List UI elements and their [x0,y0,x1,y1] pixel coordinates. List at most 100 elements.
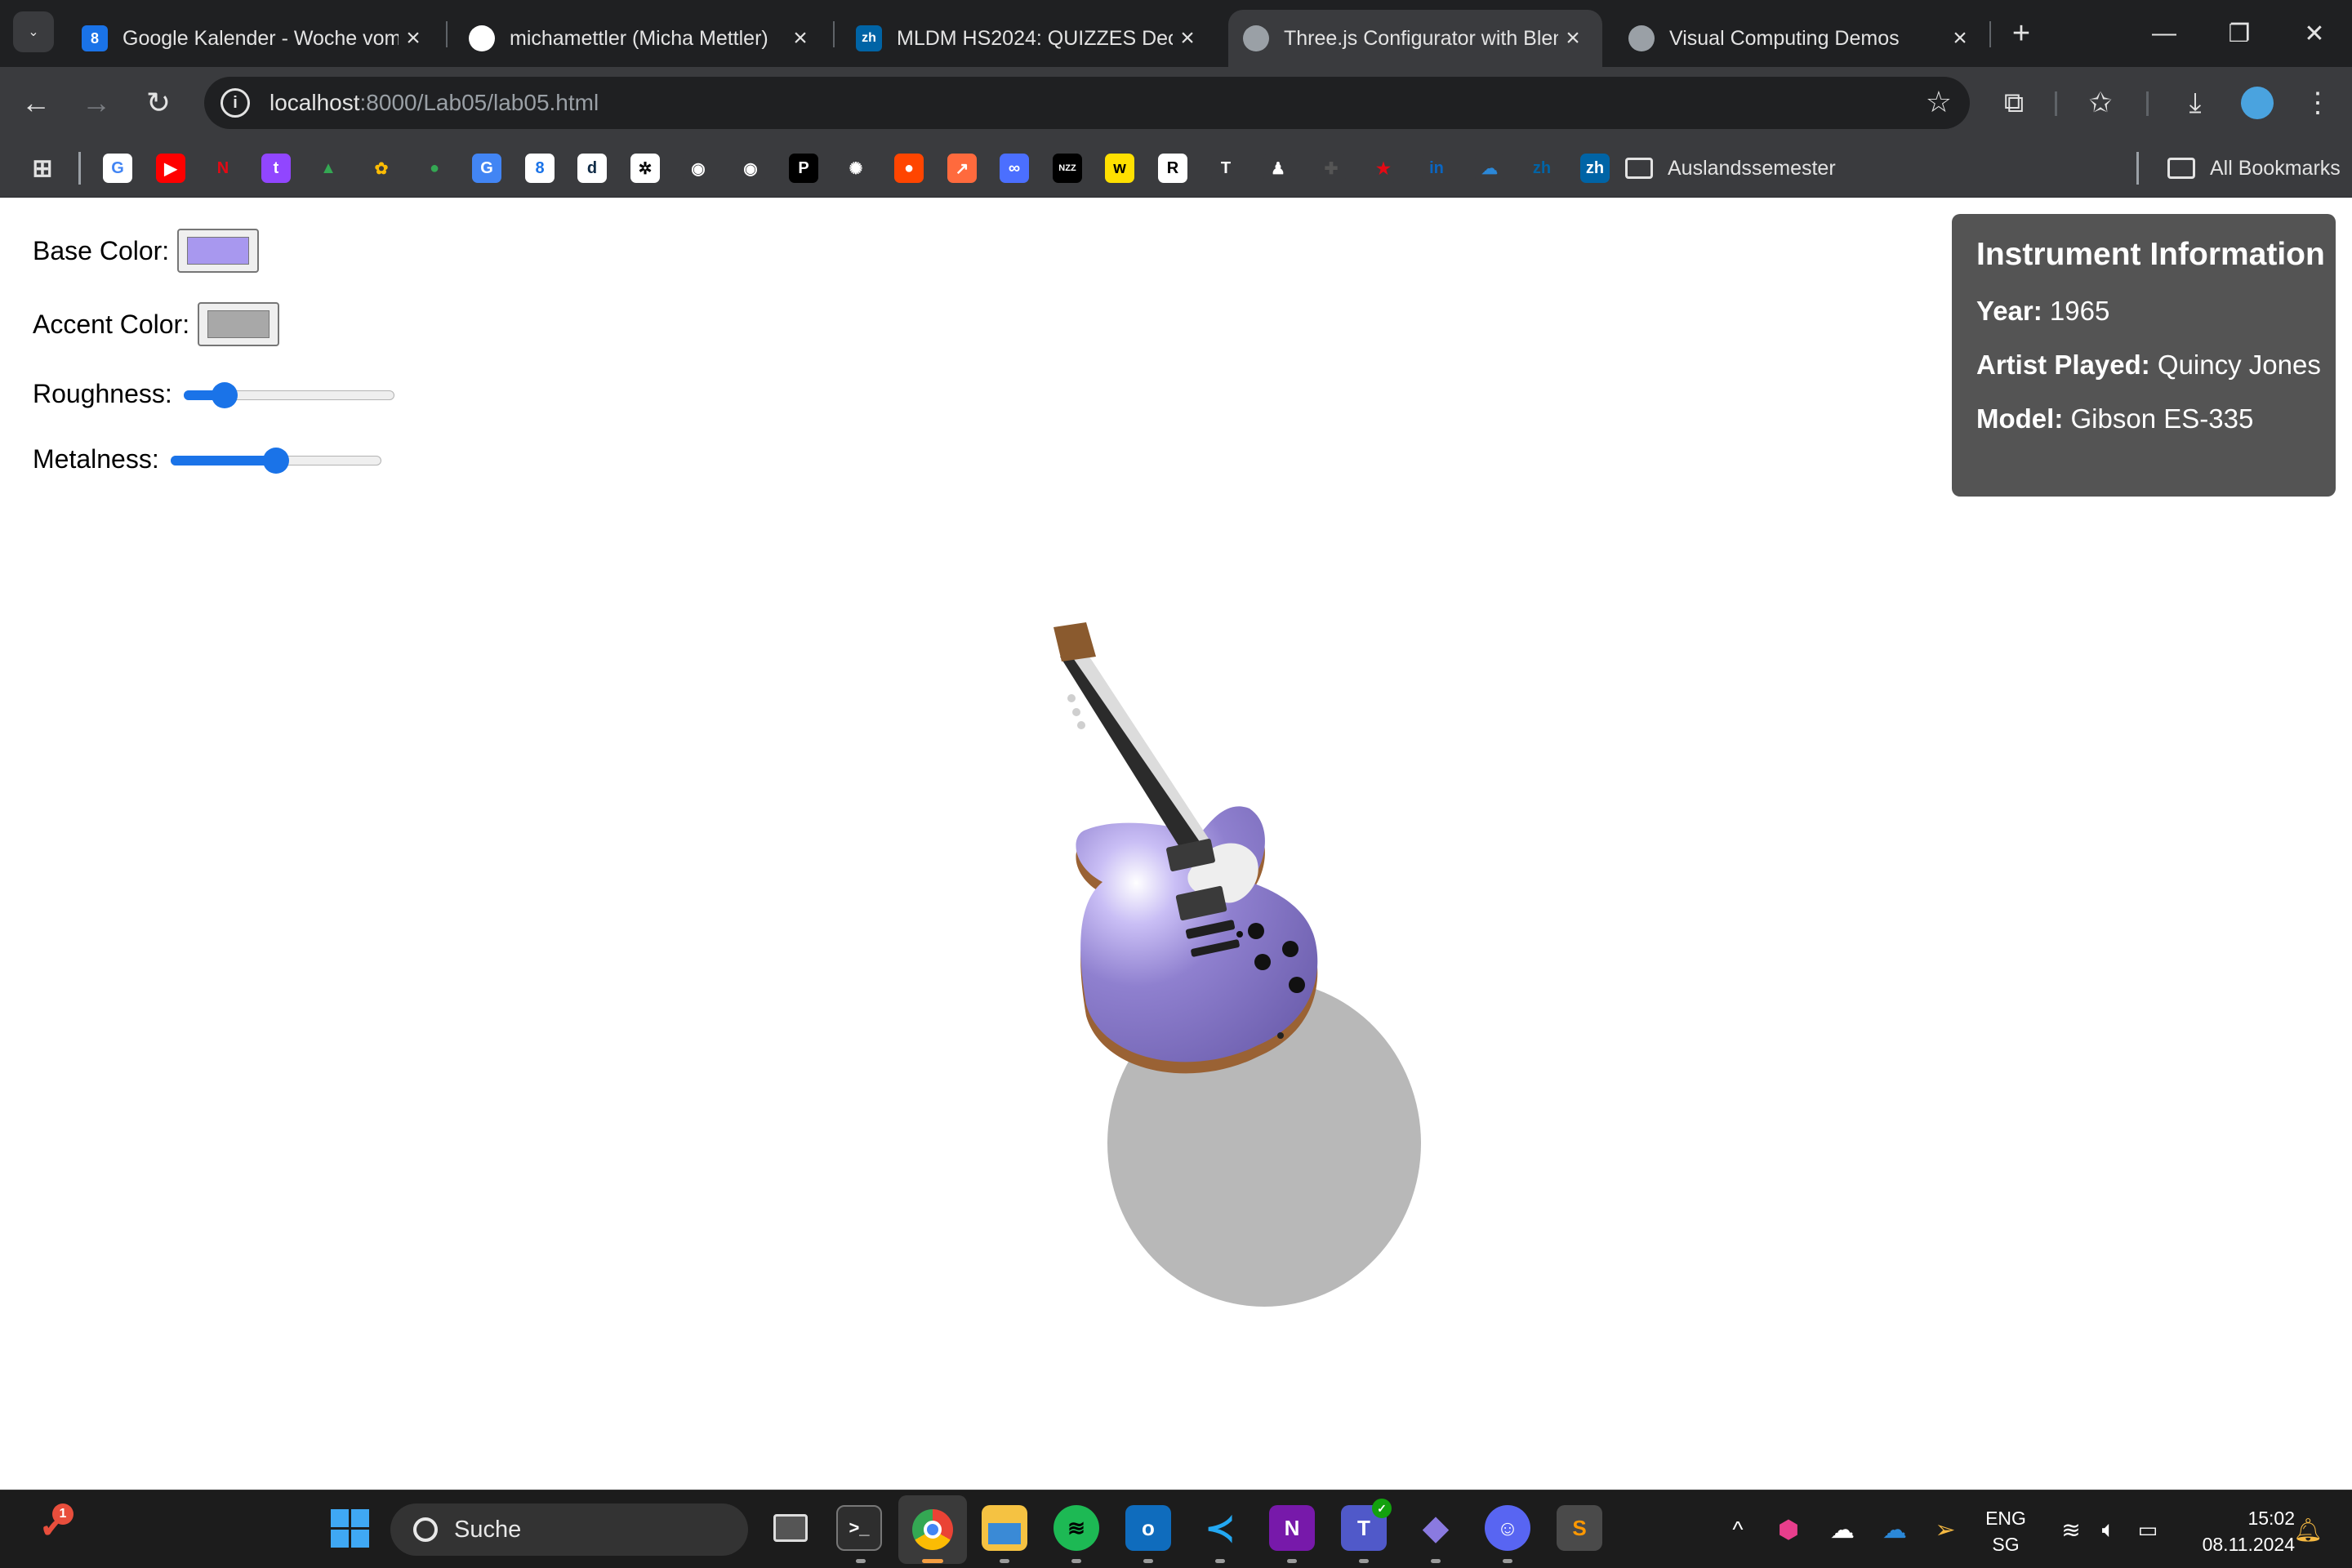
start-button[interactable] [327,1505,372,1551]
bookmark-app-blue-icon[interactable]: ∞ [1000,154,1029,183]
bookmark-netflix-icon[interactable]: N [208,154,238,183]
teams-app[interactable]: T ✓ [1341,1499,1392,1551]
system-clock[interactable]: 15:02 08.11.2024 [2172,1505,2295,1557]
notification-bell-icon[interactable]: 🔔︎ [2292,1490,2324,1568]
clock-time: 15:02 [2247,1508,2295,1529]
bookmark-google-drive-icon[interactable]: ▲ [314,154,343,183]
show-hidden-icons-button[interactable]: ^ [1722,1490,1754,1568]
bookmark-google-icon[interactable]: G [103,154,132,183]
bookmark-reddit-icon[interactable]: ● [894,154,924,183]
file-explorer-app[interactable] [982,1505,1027,1551]
bookmark-linkedin-icon[interactable]: in [1422,154,1451,183]
running-indicator [1503,1559,1512,1563]
onenote-app[interactable]: N [1269,1505,1315,1551]
guitar-3d-canvas[interactable] [980,621,1470,1307]
bookmark-p-app-icon[interactable]: P [789,154,818,183]
bookmark-twitch-icon[interactable]: t [261,154,291,183]
terminal-app[interactable]: >_ [836,1505,882,1551]
extensions-button[interactable]: ⧉ [1993,82,2035,124]
bookmark-app-dark-icon[interactable]: ✚ [1316,154,1346,183]
tab-search-button[interactable]: ⌄ [13,11,54,52]
tab-title: Google Kalender - Woche vom [122,26,399,50]
bookmark-watson-icon[interactable]: w [1105,154,1134,183]
onedrive-icon[interactable]: ☁ [1878,1490,1911,1568]
close-icon[interactable]: × [1945,24,1975,52]
folder-icon [988,1523,1021,1544]
close-icon[interactable]: × [1173,24,1202,52]
bookmark-star-icon[interactable]: ☆ [1926,85,1952,119]
speaker-muted-icon[interactable]: 🔈︎ [2092,1490,2125,1568]
chrome-app[interactable] [898,1495,967,1564]
task-view-button[interactable] [768,1505,813,1551]
roughness-label: Roughness: [33,378,172,408]
vscode-app[interactable]: ≺ [1197,1505,1243,1551]
tab-threejs-configurator[interactable]: Three.js Configurator with Blen × [1228,10,1602,67]
profile-button[interactable] [2236,82,2278,124]
bookmark-youtube-icon[interactable]: ▶ [156,154,185,183]
slider-thumb[interactable] [211,382,238,408]
bookmark-chatgpt-icon[interactable]: ✺ [841,154,871,183]
restore-button[interactable]: ❐ [2202,0,2277,67]
tab-mldm-quizzes[interactable]: zh MLDM HS2024: QUIZZES Decis × [841,10,1217,67]
address-bar[interactable]: i localhost:8000/Lab05/lab05.html ☆ [204,77,1970,129]
bookmark-folder-auslandssemester[interactable]: Auslandssemester [1625,152,1836,185]
new-tab-button[interactable]: + [2002,15,2040,52]
bookmark-onedrive-icon[interactable]: ☁ [1475,154,1504,183]
metalness-slider[interactable] [170,443,381,475]
todo-app-icon[interactable]: ✔ 1 [29,1503,75,1551]
bookmark-nytimes-icon[interactable]: T [1211,154,1241,183]
wifi-icon[interactable]: ≋ [2055,1490,2087,1568]
site-info-icon[interactable]: i [220,88,250,118]
apps-grid-icon[interactable]: ⊞ [28,154,57,183]
roughness-slider[interactable] [183,377,394,410]
close-icon[interactable]: × [786,24,815,52]
bookmark-app-orange-icon[interactable]: ↗ [947,154,977,183]
search-placeholder: Suche [454,1516,522,1543]
sublime-text-app[interactable]: S [1557,1505,1602,1551]
bookmark-google-calendar-icon[interactable]: 8 [525,154,555,183]
bookmark-zhaw-2-icon[interactable]: zh [1580,154,1610,183]
bookmark-folder-all-bookmarks[interactable]: All Bookmarks [2167,152,2341,185]
battery-icon[interactable]: ▭ [2132,1490,2164,1568]
obsidian-app[interactable]: ◆ [1413,1505,1459,1551]
bookmark-app-figure-icon[interactable]: ♟ [1263,154,1293,183]
menu-button[interactable]: ⋮ [2296,82,2339,124]
spotify-app[interactable]: ≋ [1054,1505,1099,1551]
bookmark-google-photos-icon[interactable]: ✿ [367,154,396,183]
favorites-button[interactable]: ✩ [2079,82,2122,124]
tab-github[interactable]: michamettler (Micha Mettler) × [454,10,830,67]
close-icon[interactable]: × [1558,24,1588,52]
bookmark-github-2-icon[interactable]: ◉ [736,154,765,183]
bookmark-github-icon[interactable]: ◉ [684,154,713,183]
tab-google-calendar[interactable]: 8 Google Kalender - Woche vom × [67,10,443,67]
bookmark-nzz-icon[interactable]: NZZ [1053,154,1082,183]
bookmark-bookmark-app-icon[interactable]: ✲ [630,154,660,183]
close-icon[interactable]: × [399,24,428,52]
language-indicator[interactable]: ENG SG [1980,1505,2032,1557]
back-button[interactable]: ← [13,80,59,126]
keyboard-layout: SG [1992,1534,2020,1555]
base-color-picker[interactable] [177,229,260,273]
bookmark-zhaw-1-icon[interactable]: zh [1527,154,1557,183]
bookmark-republik-icon[interactable]: R [1158,154,1187,183]
bookmark-google-translate-icon[interactable]: G [472,154,501,183]
bookmark-google-maps-icon[interactable]: ● [420,154,449,183]
location-icon[interactable]: ➢ [1929,1490,1962,1568]
downloads-button[interactable]: ⤓ [2174,82,2216,124]
bookmark-deepl-icon[interactable]: d [577,154,607,183]
accent-color-picker[interactable] [198,302,280,346]
accent-color-row: Accent Color: [33,302,280,346]
cloud-icon[interactable]: ☁ [1826,1490,1859,1568]
taskbar-search[interactable]: Suche [390,1503,748,1556]
reload-button[interactable]: ↻ [136,80,181,126]
outlook-app[interactable]: o [1125,1505,1171,1551]
window-close-button[interactable]: ✕ [2277,0,2352,67]
restore-icon: ❐ [2228,20,2251,47]
bookmark-app-star-icon[interactable]: ★ [1369,154,1398,183]
forward-button[interactable]: → [74,80,119,126]
tab-visual-computing-demos[interactable]: Visual Computing Demos × [1614,10,1989,67]
slider-thumb[interactable] [262,448,289,474]
discord-app[interactable]: ☺ [1485,1505,1530,1551]
tray-app-icon[interactable]: ⬢ [1772,1490,1805,1568]
minimize-button[interactable]: — [2127,0,2202,67]
